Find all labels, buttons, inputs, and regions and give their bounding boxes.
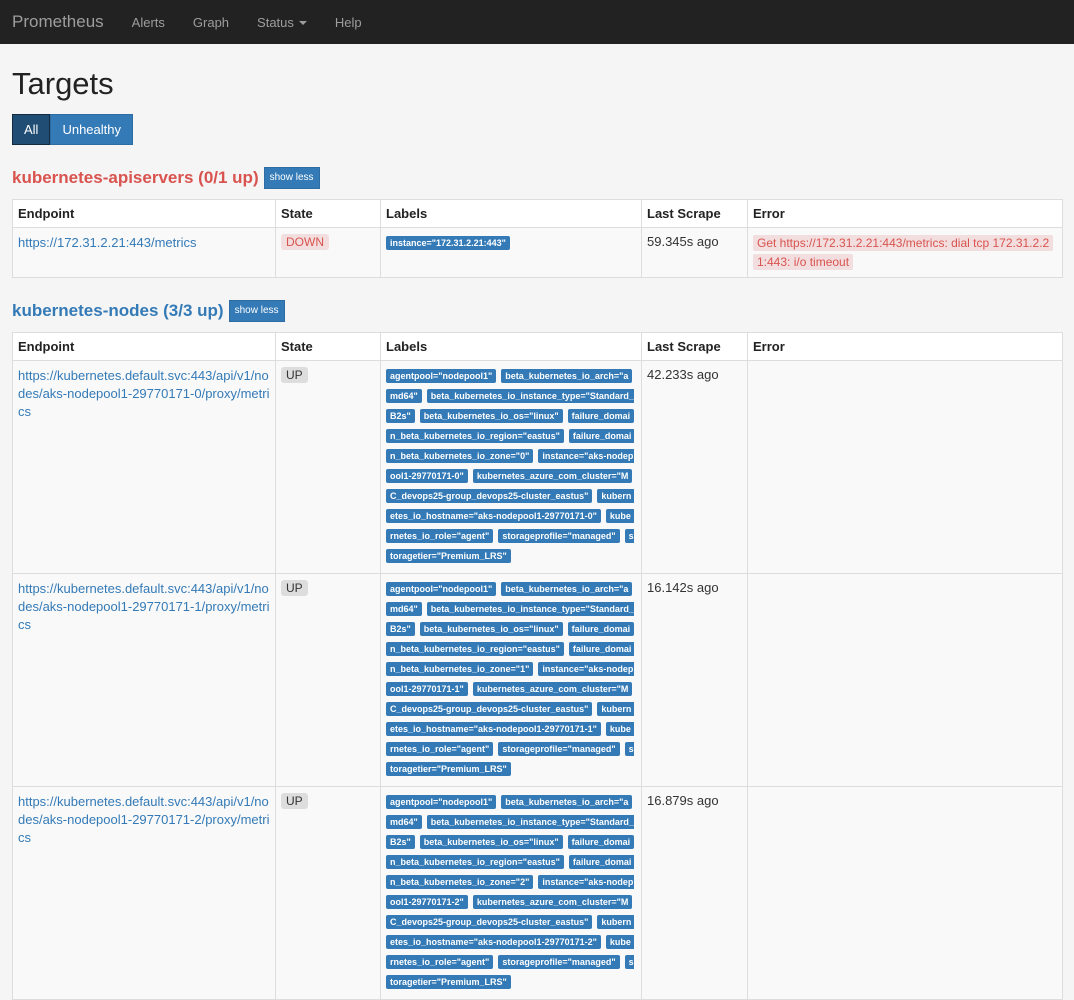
label-tag: storageprofile="managed"	[498, 955, 620, 969]
labels-list: agentpool="nodepool1" beta_kubernetes_io_…	[386, 367, 634, 567]
caret-down-icon	[298, 21, 307, 26]
nav-help[interactable]: Help	[335, 15, 362, 30]
filter-unhealthy-button[interactable]: Unhealthy	[50, 114, 133, 145]
state-badge: UP	[281, 580, 308, 596]
table-row: https://kubernetes.default.svc:443/api/v…	[12, 786, 1063, 1000]
column-header: Endpoint	[12, 199, 276, 228]
last-scrape-cell: 59.345s ago	[641, 227, 748, 278]
targets-table: Endpoint State Labels Last Scrape Error https…	[12, 199, 1063, 278]
jobs-list: kubernetes-apiservers (0/1 up) show less E…	[12, 167, 1063, 1000]
labels-list: instance="172.31.2.21:443"	[386, 234, 634, 254]
job-header: kubernetes-nodes (3/3 up) show less	[12, 300, 1062, 322]
filter-button-group: All Unhealthy	[12, 114, 1062, 145]
show-less-button[interactable]: show less	[263, 167, 320, 189]
column-header: Error	[747, 199, 1063, 228]
column-header: Error	[747, 332, 1063, 361]
targets-table: Endpoint State Labels Last Scrape Error https…	[12, 332, 1063, 1000]
last-scrape-cell: 42.233s ago	[641, 360, 748, 574]
endpoint-cell: https://kubernetes.default.svc:443/api/v…	[12, 786, 276, 1000]
table-row: https://kubernetes.default.svc:443/api/v…	[12, 360, 1063, 574]
table-row: https://kubernetes.default.svc:443/api/v…	[12, 573, 1063, 787]
filter-all-button[interactable]: All	[12, 114, 51, 145]
endpoint-cell: https://kubernetes.default.svc:443/api/v…	[12, 360, 276, 574]
endpoint-link[interactable]: https://172.31.2.21:443/metrics	[18, 235, 197, 250]
labels-list: agentpool="nodepool1" beta_kubernetes_io_…	[386, 580, 634, 780]
label-tag: beta_kubernetes_io_os="linux"	[419, 622, 563, 636]
last-scrape-cell: 16.879s ago	[641, 786, 748, 1000]
job-header: kubernetes-apiservers (0/1 up) show less	[12, 167, 1062, 189]
label-tag: beta_kubernetes_io_os="linux"	[419, 409, 563, 423]
endpoint-link[interactable]: https://kubernetes.default.svc:443/api/v…	[18, 581, 270, 632]
endpoint-link[interactable]: https://kubernetes.default.svc:443/api/v…	[18, 368, 270, 419]
error-cell	[747, 786, 1063, 1000]
labels-cell: instance="172.31.2.21:443"	[380, 227, 642, 278]
state-badge: DOWN	[281, 234, 329, 250]
show-less-button[interactable]: show less	[228, 300, 285, 322]
table-header-row: Endpoint State Labels Last Scrape Error	[12, 199, 1063, 228]
error-cell	[747, 573, 1063, 787]
page-title: Targets	[12, 66, 114, 101]
navbar: Prometheus Alerts Graph Status Help	[0, 0, 1074, 44]
state-cell: UP	[275, 360, 381, 574]
labels-cell: agentpool="nodepool1" beta_kubernetes_io_…	[380, 573, 642, 787]
nav-alerts[interactable]: Alerts	[132, 15, 165, 30]
label-tag: storageprofile="managed"	[498, 529, 620, 543]
endpoint-link[interactable]: https://kubernetes.default.svc:443/api/v…	[18, 794, 270, 845]
state-cell: UP	[275, 786, 381, 1000]
error-cell	[747, 360, 1063, 574]
labels-cell: agentpool="nodepool1" beta_kubernetes_io_…	[380, 786, 642, 1000]
column-header: State	[275, 332, 381, 361]
labels-cell: agentpool="nodepool1" beta_kubernetes_io_…	[380, 360, 642, 574]
job-title[interactable]: kubernetes-nodes (3/3 up)	[12, 301, 224, 321]
label-tag: beta_kubernetes_io_os="linux"	[419, 835, 563, 849]
column-header: Last Scrape	[641, 199, 748, 228]
label-tag: agentpool="nodepool1"	[386, 582, 497, 596]
state-badge: UP	[281, 367, 308, 383]
column-header: Last Scrape	[641, 332, 748, 361]
state-cell: DOWN	[275, 227, 381, 278]
column-header: Labels	[380, 332, 642, 361]
error-cell: Get https://172.31.2.21:443/metrics: dia…	[747, 227, 1063, 278]
label-tag: agentpool="nodepool1"	[386, 369, 497, 383]
column-header: Endpoint	[12, 332, 276, 361]
label-tag: storageprofile="managed"	[498, 742, 620, 756]
labels-list: agentpool="nodepool1" beta_kubernetes_io_…	[386, 793, 634, 993]
nav-status-dropdown[interactable]: Status	[257, 15, 307, 30]
endpoint-cell: https://172.31.2.21:443/metrics	[12, 227, 276, 278]
state-cell: UP	[275, 573, 381, 787]
nav-graph[interactable]: Graph	[193, 15, 229, 30]
column-header: State	[275, 199, 381, 228]
endpoint-cell: https://kubernetes.default.svc:443/api/v…	[12, 573, 276, 787]
main-container: Targets All Unhealthy kubernetes-apiserv…	[0, 66, 1074, 1000]
table-row: https://172.31.2.21:443/metrics DOWN insta…	[12, 227, 1063, 278]
error-message: Get https://172.31.2.21:443/metrics: dia…	[753, 235, 1054, 270]
table-header-row: Endpoint State Labels Last Scrape Error	[12, 332, 1063, 361]
column-header: Labels	[380, 199, 642, 228]
state-badge: UP	[281, 793, 308, 809]
brand-link[interactable]: Prometheus	[12, 12, 104, 32]
label-tag: agentpool="nodepool1"	[386, 795, 497, 809]
nav-status-label: Status	[257, 14, 294, 30]
label-tag: instance="172.31.2.21:443"	[386, 236, 510, 250]
last-scrape-cell: 16.142s ago	[641, 573, 748, 787]
job-title[interactable]: kubernetes-apiservers (0/1 up)	[12, 168, 259, 188]
